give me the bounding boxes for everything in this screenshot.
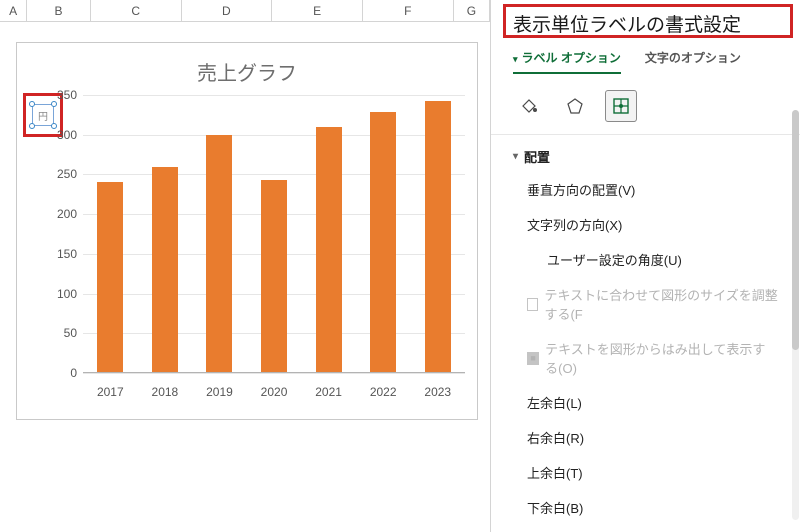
tab-label-options[interactable]: ▾ラベル オプション bbox=[513, 49, 621, 74]
column-header[interactable]: E bbox=[272, 0, 363, 21]
opt-text-direction[interactable]: 文字列の方向(X) bbox=[513, 207, 778, 242]
x-tick-label: 2017 bbox=[83, 385, 138, 399]
y-tick-label: 50 bbox=[64, 326, 77, 340]
y-tick-label: 0 bbox=[70, 366, 77, 380]
opt-margin-bottom[interactable]: 下余白(B) bbox=[513, 490, 778, 525]
y-tick-label: 250 bbox=[57, 167, 77, 181]
bar[interactable] bbox=[152, 167, 178, 374]
x-tick-label: 2019 bbox=[192, 385, 247, 399]
column-header[interactable]: G bbox=[454, 0, 490, 21]
pane-tabs: ▾ラベル オプション 文字のオプション bbox=[491, 47, 800, 82]
x-tick-label: 2021 bbox=[301, 385, 356, 399]
y-tick-label: 350 bbox=[57, 88, 77, 102]
bar[interactable] bbox=[425, 101, 451, 373]
x-axis-ticks: 2017201820192020202120222023 bbox=[83, 385, 465, 399]
scrollbar-thumb[interactable] bbox=[792, 110, 799, 350]
worksheet-area: ABCDEFG 売上グラフ 円 050100150200250300350 20… bbox=[0, 0, 490, 532]
selection-handle[interactable] bbox=[29, 123, 35, 129]
column-header[interactable]: F bbox=[363, 0, 454, 21]
pentagon-icon[interactable] bbox=[559, 90, 591, 122]
column-header[interactable]: C bbox=[91, 0, 182, 21]
x-tick-label: 2022 bbox=[356, 385, 411, 399]
size-props-icon[interactable] bbox=[605, 90, 637, 122]
bar-series[interactable] bbox=[83, 95, 465, 373]
column-header[interactable]: B bbox=[27, 0, 91, 21]
plot-area[interactable]: 050100150200250300350 201720182019202020… bbox=[83, 95, 465, 373]
opt-wrap-text: ✓ 図形内でテキストを折り返す(W) bbox=[513, 525, 778, 532]
x-tick-label: 2018 bbox=[138, 385, 193, 399]
tab-text-options[interactable]: 文字のオプション bbox=[645, 49, 741, 74]
opt-vertical-align[interactable]: 垂直方向の配置(V) bbox=[513, 172, 778, 207]
chart-container[interactable]: 売上グラフ 円 050100150200250300350 2017201820… bbox=[16, 42, 478, 420]
x-tick-label: 2020 bbox=[247, 385, 302, 399]
pane-scrollbar[interactable] bbox=[792, 110, 799, 520]
x-axis-line bbox=[83, 372, 465, 373]
opt-fit-shape: テキストに合わせて図形のサイズを調整する(F bbox=[513, 277, 778, 331]
selection-handle[interactable] bbox=[29, 101, 35, 107]
y-tick-label: 150 bbox=[57, 247, 77, 261]
opt-margin-left[interactable]: 左余白(L) bbox=[513, 385, 778, 420]
y-tick-label: 100 bbox=[57, 287, 77, 301]
bar[interactable] bbox=[97, 182, 123, 373]
checkbox-icon bbox=[527, 298, 538, 311]
opt-custom-angle[interactable]: ユーザー設定の角度(U) bbox=[513, 242, 778, 277]
column-header[interactable]: A bbox=[0, 0, 27, 21]
checkbox-icon: ■ bbox=[527, 352, 539, 365]
column-headers: ABCDEFG bbox=[0, 0, 490, 22]
chart-title[interactable]: 売上グラフ bbox=[17, 43, 477, 90]
pane-title: 表示単位ラベルの書式設定 bbox=[491, 0, 800, 47]
y-tick-label: 300 bbox=[57, 128, 77, 142]
bar[interactable] bbox=[261, 180, 287, 373]
category-icons bbox=[491, 82, 800, 132]
y-tick-label: 200 bbox=[57, 207, 77, 221]
column-header[interactable]: D bbox=[182, 0, 273, 21]
section-header-align[interactable]: ▾配置 bbox=[513, 137, 778, 172]
opt-margin-right[interactable]: 右余白(R) bbox=[513, 420, 778, 455]
fill-bucket-icon[interactable] bbox=[513, 90, 545, 122]
bar[interactable] bbox=[316, 127, 342, 373]
y-axis-ticks: 050100150200250300350 bbox=[47, 95, 81, 373]
align-section: ▾配置 垂直方向の配置(V) 文字列の方向(X) ユーザー設定の角度(U) テキ… bbox=[491, 137, 800, 532]
x-tick-label: 2023 bbox=[410, 385, 465, 399]
bar[interactable] bbox=[206, 135, 232, 373]
opt-margin-top[interactable]: 上余白(T) bbox=[513, 455, 778, 490]
format-pane: 表示単位ラベルの書式設定 ▾ラベル オプション 文字のオプション ▾配置 垂直方… bbox=[490, 0, 800, 532]
opt-overflow: ■ テキストを図形からはみ出して表示する(O) bbox=[513, 331, 778, 385]
bar[interactable] bbox=[370, 112, 396, 373]
